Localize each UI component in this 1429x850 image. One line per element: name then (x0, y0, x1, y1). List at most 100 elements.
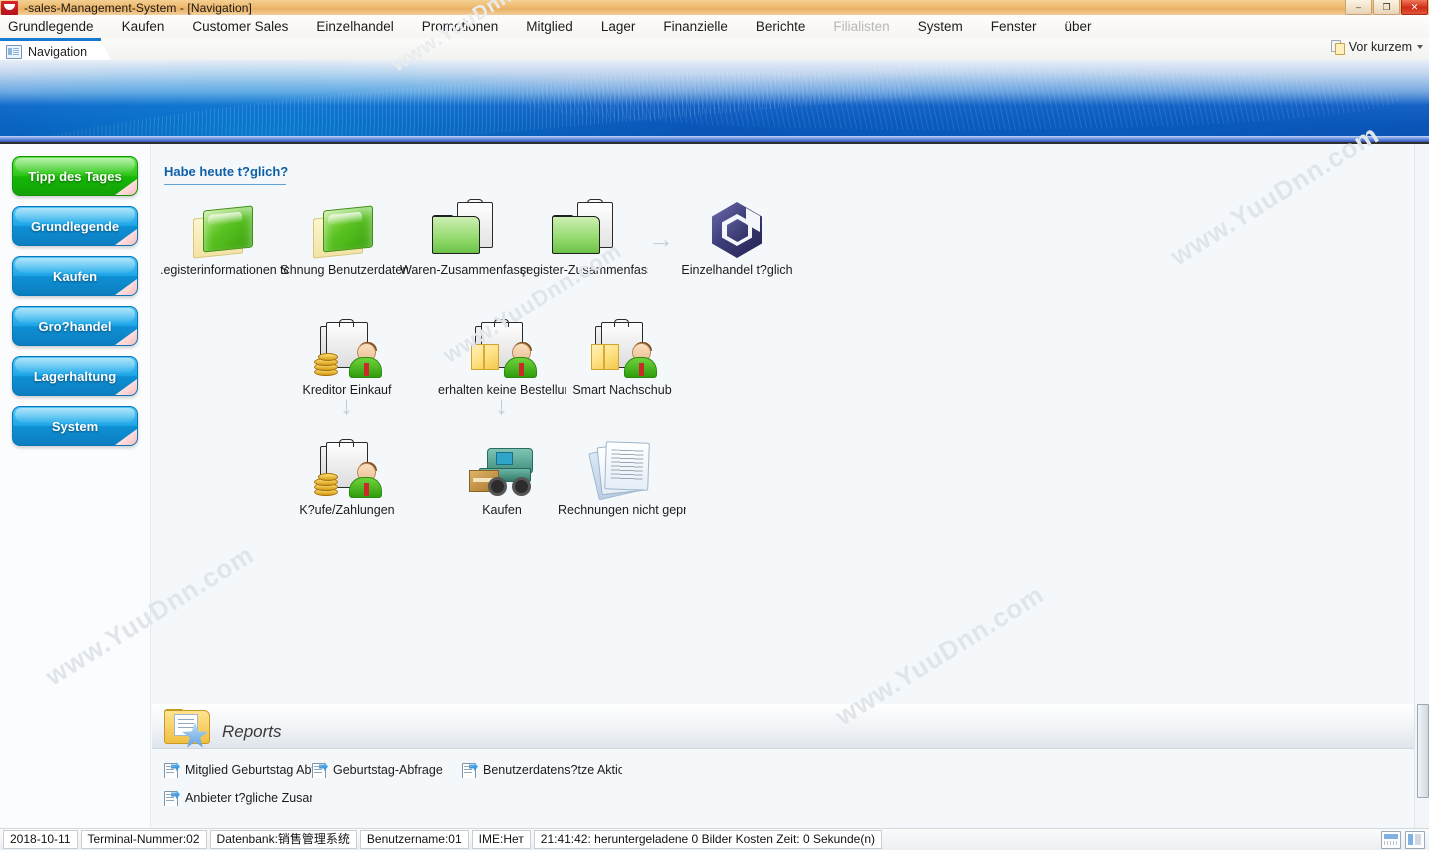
tile-kaufen[interactable]: Kaufen (438, 436, 566, 517)
clipboard-person-coins-icon (283, 436, 411, 498)
status-indicators (1381, 831, 1425, 849)
menu-item-lager[interactable]: Lager (587, 15, 650, 38)
section-title: Habe heute t?glich? (164, 164, 289, 179)
menu-item-system[interactable]: System (904, 15, 977, 38)
recent-button[interactable]: Vor kurzem (1330, 40, 1423, 55)
tile-label: K?ufe/Zahlungen (299, 503, 395, 517)
tile-label: Einzelhandel t?glich (681, 263, 793, 277)
tile-label: çegister-Zusammenfassun (520, 263, 648, 277)
tile-label: Rechnungen nicht geprüf (558, 503, 686, 517)
banner-swirl-right (514, 66, 1401, 131)
report-link-geburtstag-abfrage[interactable]: Geburtstag-Abfrage (312, 762, 462, 778)
clipboard-person-box-icon (558, 316, 686, 378)
report-link-benutzerdatensaetze[interactable]: Benutzerdatens?tze Aktio (462, 762, 622, 778)
arrow-right-icon: → (648, 224, 674, 254)
status-database: Datenbank:销售管理系统 (209, 830, 357, 849)
header-banner (0, 60, 1429, 140)
tile-label: .egisterinformationen Shi (160, 263, 288, 277)
tile-erhalten-keine-bestellung[interactable]: erhalten keine Bestellung (438, 316, 566, 397)
restore-button[interactable]: ❐ (1373, 0, 1400, 15)
tile-rechnungen-nicht-geprueft[interactable]: Rechnungen nicht geprüf (558, 436, 686, 517)
document-tab-icon (6, 44, 22, 59)
sidebar-item-system[interactable]: System (12, 406, 138, 446)
tile-einzelhandel-taeglich[interactable]: Einzelhandel t?glich (673, 196, 801, 277)
reports-title: Reports (222, 722, 282, 741)
menu-item-ueber[interactable]: über (1051, 15, 1106, 38)
tile-label: tchnung Benutzerdatens (280, 263, 408, 277)
report-link-label: Anbieter t?gliche Zusamme (185, 791, 312, 805)
report-link-label: Geburtstag-Abfrage (333, 763, 443, 777)
sidebar-item-grosshandel[interactable]: Gro?handel (12, 306, 138, 346)
recent-label: Vor kurzem (1348, 40, 1412, 54)
reports-folder-star-icon (164, 704, 212, 748)
layout-indicator-icon[interactable] (1381, 831, 1401, 849)
menu-item-promotionen[interactable]: Promotionen (408, 15, 513, 38)
tile-rechnung-benutzerdaten[interactable]: tchnung Benutzerdatens (280, 196, 408, 277)
report-export-icon (312, 762, 328, 778)
clipboard-person-coins-icon (283, 316, 411, 378)
tile-kreditor-einkauf[interactable]: Kreditor Einkauf (283, 316, 411, 397)
sidebar-item-grundlegende[interactable]: Grundlegende (12, 206, 138, 246)
arrow-down-icon: ↓ (340, 390, 353, 420)
menu-item-fenster[interactable]: Fenster (977, 15, 1051, 38)
app-logo-icon (1, 0, 18, 15)
tile-smart-nachschub[interactable]: Smart Nachschub (558, 316, 686, 397)
menu-item-grundlegende[interactable]: Grundlegende (0, 15, 108, 38)
menu-item-mitglied[interactable]: Mitglied (512, 15, 587, 38)
sidebar-item-kaufen[interactable]: Kaufen (12, 256, 138, 296)
scrollbar-thumb[interactable] (1417, 704, 1429, 798)
menu-item-einzelhandel[interactable]: Einzelhandel (302, 15, 407, 38)
work-area: Tipp des Tages Grundlegende Kaufen Gro?h… (0, 144, 1429, 829)
panel-indicator-icon[interactable] (1405, 831, 1425, 849)
tab-navigation-label: Navigation (28, 44, 88, 59)
status-bar: 2018-10-11 Terminal-Nummer:02 Datenbank:… (0, 828, 1429, 850)
sidebar-item-label: Lagerhaltung (33, 368, 117, 384)
green-folder-stack-icon (160, 196, 288, 259)
tile-label: Waren-Zusammenfassung (400, 263, 528, 277)
status-username: Benutzername:01 (359, 830, 469, 849)
section-underline (164, 184, 286, 185)
tab-navigation[interactable]: Navigation (0, 38, 113, 62)
report-export-icon (164, 790, 180, 806)
open-folder-clipboard-icon (520, 196, 648, 258)
menu-item-berichte[interactable]: Berichte (742, 15, 820, 38)
status-ime: IME:Нет (471, 830, 531, 849)
tile-label: Kaufen (482, 503, 522, 517)
report-link-mitglied-geburtstag[interactable]: Mitglied Geburtstag Abfra (164, 762, 312, 778)
delivery-truck-icon (438, 436, 566, 498)
sidebar-item-label: Grundlegende (30, 218, 120, 234)
hexagon-retail-icon (673, 196, 801, 258)
reports-header: Reports (152, 704, 1415, 749)
copy-pages-icon (1330, 40, 1345, 55)
sidebar-item-label: Kaufen (52, 268, 98, 284)
arrow-down-icon: ↓ (495, 390, 508, 420)
vertical-scrollbar[interactable] (1414, 144, 1429, 829)
invoice-stack-icon (558, 436, 686, 501)
menu-item-customer-sales[interactable]: Customer Sales (178, 15, 302, 38)
tile-register-zusammenfassung[interactable]: çegister-Zusammenfassun (520, 196, 648, 277)
window-controls: – ❐ ✕ (1344, 0, 1428, 15)
menu-bar: Grundlegende Kaufen Customer Sales Einze… (0, 15, 1429, 38)
sidebar-item-lagerhaltung[interactable]: Lagerhaltung (12, 356, 138, 396)
menu-item-kaufen[interactable]: Kaufen (108, 15, 179, 38)
tile-registerinformationen[interactable]: .egisterinformationen Shi (160, 196, 288, 277)
close-button[interactable]: ✕ (1401, 0, 1428, 15)
report-link-label: Benutzerdatens?tze Aktio (483, 763, 622, 777)
report-export-icon (164, 762, 180, 778)
report-export-icon (462, 762, 478, 778)
menu-item-filialisten: Filialisten (833, 19, 890, 34)
window-title: -sales-Management-System - [Navigation] (24, 0, 252, 15)
sidebar: Tipp des Tages Grundlegende Kaufen Gro?h… (0, 144, 151, 829)
tile-kaeufe-zahlungen[interactable]: K?ufe/Zahlungen (283, 436, 411, 517)
open-folder-clipboard-icon (400, 196, 528, 258)
status-terminal: Terminal-Nummer:02 (80, 830, 207, 849)
menu-item-finanzielle[interactable]: Finanzielle (649, 15, 742, 38)
sidebar-item-label: Tipp des Tages (28, 168, 122, 184)
report-link-anbieter-zusammenfassung[interactable]: Anbieter t?gliche Zusamme (164, 790, 312, 806)
window-title-bar: -sales-Management-System - [Navigation] … (0, 0, 1429, 16)
minimize-button[interactable]: – (1345, 0, 1372, 15)
sidebar-item-label: System (51, 418, 99, 434)
tile-waren-zusammenfassung[interactable]: Waren-Zusammenfassung (400, 196, 528, 277)
reports-section: Reports Mitglied Geburtstag Abfra Geburt… (150, 704, 1415, 829)
sidebar-item-tipp-des-tages[interactable]: Tipp des Tages (12, 156, 138, 196)
